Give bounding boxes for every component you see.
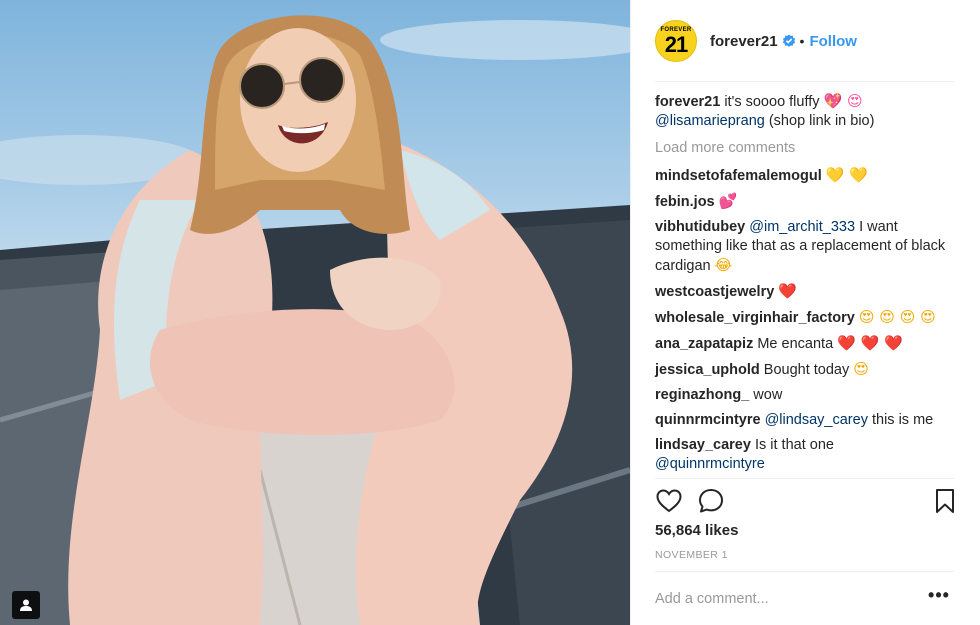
comment-emoji: 😍: [853, 360, 869, 378]
avatar-big-text: 21: [664, 31, 689, 57]
more-options-icon[interactable]: •••: [928, 586, 950, 610]
comment-text: Bought today: [759, 362, 854, 378]
likes-count[interactable]: 56,864 likes: [655, 522, 738, 539]
caption-username[interactable]: forever21: [655, 94, 720, 110]
bookmark-icon[interactable]: [931, 487, 959, 515]
actions-divider: [655, 478, 954, 479]
account-username[interactable]: forever21: [710, 33, 778, 50]
comment-username[interactable]: ana_zapatapiz: [655, 336, 753, 352]
comment: wholesale_virginhair_factory 😍 😍 😍 😍: [655, 308, 955, 328]
comment: ana_zapatapiz Me encanta ❤️ ❤️ ❤️: [655, 334, 955, 354]
comment-text: wow: [749, 387, 783, 403]
comment-text: Me encanta: [753, 336, 838, 352]
header-divider: [655, 81, 954, 82]
load-more-comments-button[interactable]: Load more comments: [655, 139, 955, 158]
comment: vibhutidubey @im_archit_333 I want somet…: [655, 218, 955, 276]
comment-divider: [655, 571, 954, 572]
caption-text-2: (shop link in bio): [764, 113, 875, 129]
comment-username[interactable]: wholesale_virginhair_factory: [655, 310, 855, 326]
post-header: FOREVER 21 forever21 • Follow: [631, 0, 980, 82]
comment-username[interactable]: febin.jos: [655, 194, 715, 210]
instagram-post: FOREVER 21 forever21 • Follow forever21 …: [0, 0, 980, 625]
comment-username[interactable]: westcoastjewelry: [655, 284, 774, 300]
comment-mention[interactable]: @im_archit_333: [749, 219, 855, 235]
comment-username[interactable]: reginazhong_: [655, 387, 749, 403]
comment-emoji: 💛 💛: [825, 166, 868, 184]
comment-username[interactable]: mindsetofafemalemogul: [655, 168, 822, 184]
comment-mention[interactable]: @lindsay_carey: [765, 412, 868, 428]
photo-illustration: [0, 15, 630, 625]
comment-emoji: 😂: [714, 256, 733, 274]
comment-text: Is it that one: [750, 437, 834, 453]
comment: lindsay_carey Is it that one @quinnrmcin…: [655, 436, 955, 474]
comment-username[interactable]: vibhutidubey: [655, 219, 745, 235]
comment-emoji: ❤️ ❤️ ❤️: [837, 334, 903, 352]
comments-list: forever21 it's soooo fluffy 💖 😍 @lisamar…: [655, 92, 955, 480]
verified-badge-icon: [782, 34, 795, 47]
post-side-panel: FOREVER 21 forever21 • Follow forever21 …: [630, 0, 980, 625]
comment-username[interactable]: jessica_uphold: [655, 362, 760, 378]
comment: reginazhong_ wow: [655, 386, 955, 405]
post-photo[interactable]: [0, 0, 630, 625]
comment-username[interactable]: lindsay_carey: [655, 437, 751, 453]
comment: mindsetofafemalemogul 💛 💛: [655, 166, 955, 186]
header-separator: •: [799, 33, 805, 49]
caption-text: it's soooo fluffy: [720, 94, 824, 110]
post-date[interactable]: NOVEMBER 1: [655, 549, 728, 561]
comment-mention[interactable]: @quinnrmcintyre: [655, 456, 765, 472]
user-tag-icon[interactable]: [12, 591, 40, 619]
comment: westcoastjewelry ❤️: [655, 282, 955, 302]
comment-emoji: 💕: [718, 192, 738, 210]
add-comment-input[interactable]: [655, 588, 905, 610]
comment-emoji: ❤️: [778, 282, 798, 300]
comment: febin.jos 💕: [655, 192, 955, 212]
caption: forever21 it's soooo fluffy 💖 😍 @lisamar…: [655, 92, 955, 131]
action-bar: [655, 487, 957, 515]
comment: jessica_uphold Bought today 😍: [655, 360, 955, 380]
caption-emojis: 💖 😍: [823, 92, 863, 110]
caption-mention[interactable]: @lisamarieprang: [655, 113, 765, 129]
comment-text: this is me: [867, 412, 934, 428]
follow-button[interactable]: Follow: [809, 33, 857, 50]
comment-emoji: 😍 😍 😍 😍: [858, 308, 936, 326]
comment: quinnrmcintyre @lindsay_carey this is me: [655, 411, 955, 430]
avatar[interactable]: FOREVER 21: [655, 20, 697, 62]
comment-icon[interactable]: [697, 487, 725, 515]
comment-username[interactable]: quinnrmcintyre: [655, 412, 761, 428]
heart-icon[interactable]: [655, 487, 683, 515]
